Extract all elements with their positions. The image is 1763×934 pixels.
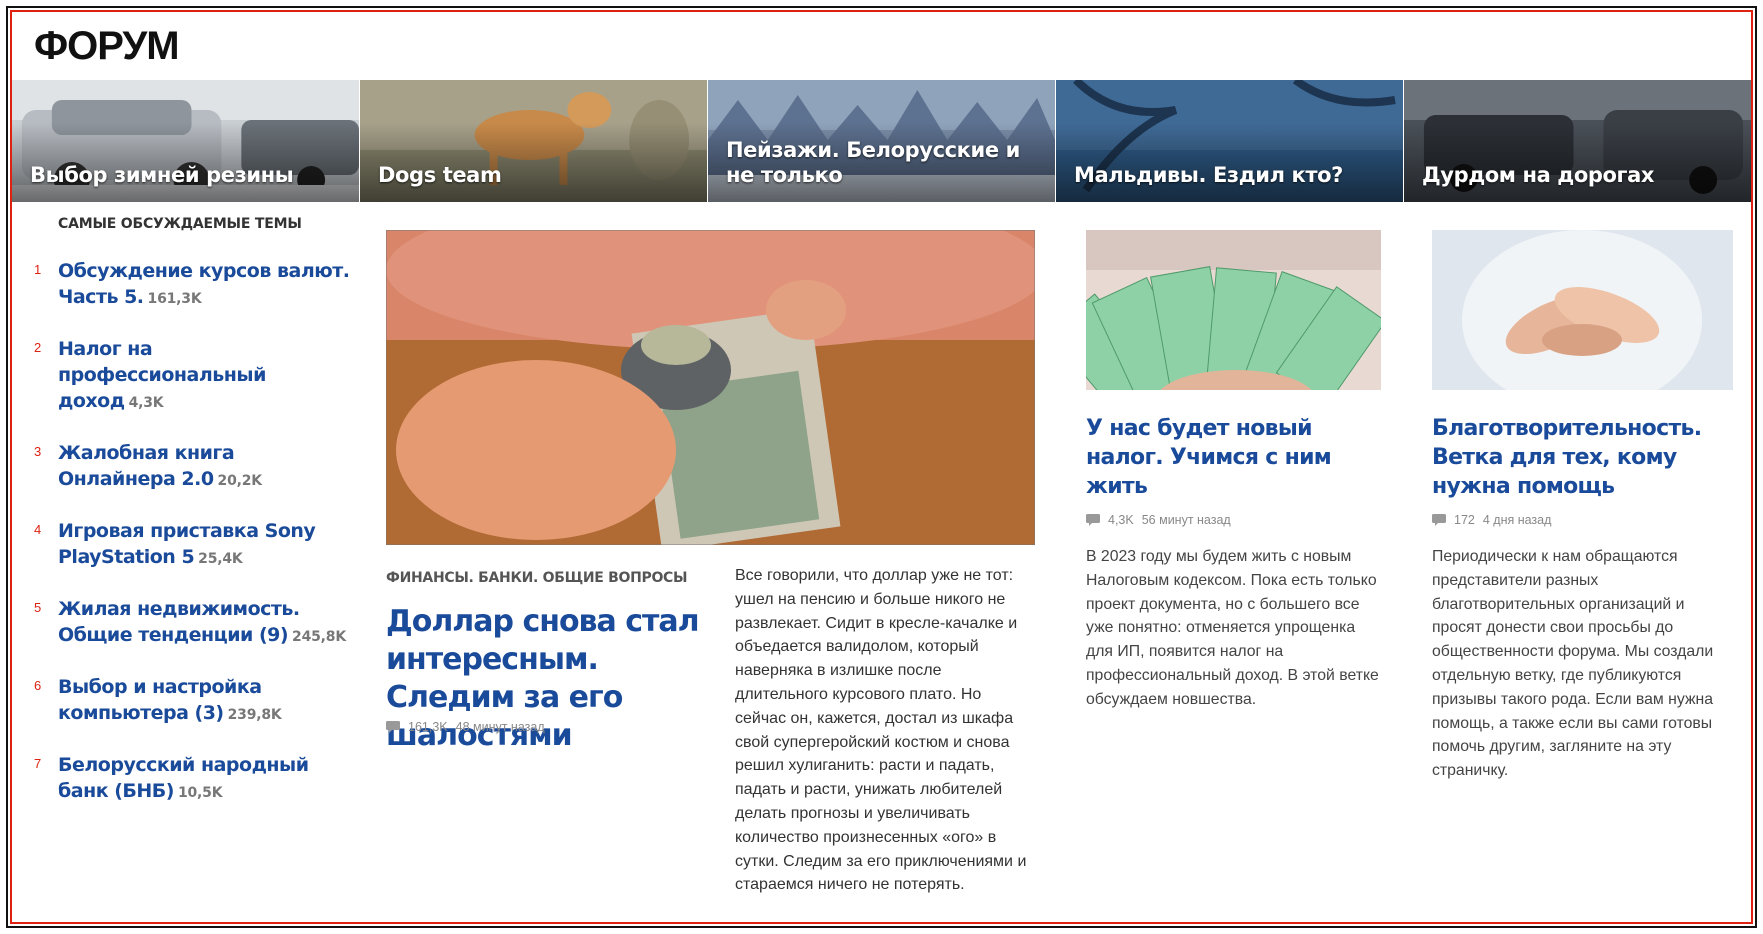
feature-meta: 161,3K 48 минут назад <box>386 720 545 734</box>
topic-title: Игровая приставка Sony PlayStation 5 <box>58 520 316 568</box>
topic-link[interactable]: Жалобная книга Онлайнера 2.0 20,2K <box>58 440 356 494</box>
card-image[interactable] <box>1432 230 1733 390</box>
topic-rank: 3 <box>34 444 42 459</box>
topic-link[interactable]: Обсуждение курсов валют. Часть 5. 161,3K <box>58 258 356 312</box>
money-fan-image <box>1086 230 1381 390</box>
topic-item[interactable]: 2 Налог на профессиональный доход 4,3K <box>26 336 356 416</box>
site-logo[interactable]: ФОРУМ <box>34 26 180 66</box>
comment-icon <box>1086 514 1100 526</box>
article-card: У нас будет новый налог. Учимся с ним жи… <box>1086 230 1381 712</box>
banner-label: Дурдом на дорогах <box>1422 163 1655 187</box>
banner-strip: Выбор зимней резины Dogs team Пейзажи. Б… <box>12 80 1751 202</box>
popular-topics-title: САМЫЕ ОБСУЖДАЕМЫЕ ТЕМЫ <box>58 216 302 232</box>
banner-dogs-team[interactable]: Dogs team <box>360 80 708 202</box>
topic-count: 20,2K <box>217 473 263 489</box>
feature-article <box>386 230 1035 545</box>
card-meta: 172 4 дня назад <box>1432 513 1733 527</box>
magnifier-on-dollar-image <box>386 230 1035 545</box>
topic-count: 245,8K <box>292 629 346 645</box>
card-excerpt: Периодически к нам обращаются представит… <box>1432 548 1714 780</box>
banner-label: Мальдивы. Ездил кто? <box>1074 163 1343 187</box>
article-card: Благотворительность. Ветка для тех, кому… <box>1432 230 1733 783</box>
card-excerpt: В 2023 году мы будем жить с новым Налого… <box>1086 548 1379 708</box>
topic-link[interactable]: Белорусский народный банк (БНБ) 10,5K <box>58 752 356 806</box>
topic-item[interactable]: 3 Жалобная книга Онлайнера 2.0 20,2K <box>26 440 356 494</box>
topic-count: 25,4K <box>198 551 243 567</box>
comment-icon <box>1432 514 1446 526</box>
card-image[interactable] <box>1086 230 1381 390</box>
feature-comment-count: 161,3K <box>408 720 448 734</box>
topic-item[interactable]: 7 Белорусский народный банк (БНБ) 10,5K <box>26 752 356 806</box>
topic-item[interactable]: 1 Обсуждение курсов валют. Часть 5. 161,3… <box>26 258 356 312</box>
topic-item[interactable]: 4 Игровая приставка Sony PlayStation 5 25… <box>26 518 356 572</box>
card-time: 4 дня назад <box>1482 513 1552 527</box>
topic-count: 239,8K <box>227 707 282 723</box>
topic-rank: 5 <box>34 600 42 615</box>
topic-item[interactable]: 6 Выбор и настройка компьютера (3) 239,8K <box>26 674 356 728</box>
topic-link[interactable]: Игровая приставка Sony PlayStation 5 25,4… <box>58 518 356 572</box>
card-comment-count: 172 <box>1454 513 1475 527</box>
feature-image[interactable] <box>386 230 1035 545</box>
topic-title: Обсуждение курсов валют. Часть 5. <box>58 260 350 308</box>
feature-time: 48 минут назад <box>455 720 545 734</box>
header: ФОРУМ <box>14 12 1749 78</box>
banner-maldives[interactable]: Мальдивы. Ездил кто? <box>1056 80 1404 202</box>
card-title[interactable]: Благотворительность. Ветка для тех, кому… <box>1432 414 1733 501</box>
feature-excerpt: Все говорили, что доллар уже не тот: уше… <box>735 567 1027 894</box>
card-comment-count: 4,3K <box>1108 513 1134 527</box>
topic-link[interactable]: Налог на профессиональный доход 4,3K <box>58 336 356 416</box>
topic-count: 4,3K <box>128 395 164 411</box>
topic-item[interactable]: 5 Жилая недвижимость. Общие тенденции (9… <box>26 596 356 650</box>
banner-label: Dogs team <box>378 163 502 187</box>
topic-title: Жилая недвижимость. Общие тенденции (9) <box>58 598 300 646</box>
topic-title: Жалобная книга Онлайнера 2.0 <box>58 442 235 490</box>
banner-winter-tires[interactable]: Выбор зимней резины <box>12 80 360 202</box>
topic-rank: 6 <box>34 678 42 693</box>
card-time: 56 минут назад <box>1141 513 1231 527</box>
popular-topics: САМЫЕ ОБСУЖДАЕМЫЕ ТЕМЫ 1 Обсуждение курс… <box>26 216 356 830</box>
holding-hands-image <box>1432 230 1733 390</box>
topic-rank: 1 <box>34 262 42 277</box>
card-meta: 4,3K 56 минут назад <box>1086 513 1381 527</box>
feature-category[interactable]: ФИНАНСЫ. БАНКИ. ОБЩИЕ ВОПРОСЫ <box>386 570 688 586</box>
banner-road-madness[interactable]: Дурдом на дорогах <box>1404 80 1751 202</box>
comment-icon <box>386 721 400 733</box>
topic-link[interactable]: Жилая недвижимость. Общие тенденции (9) 2… <box>58 596 356 650</box>
card-title[interactable]: У нас будет новый налог. Учимся с ним жи… <box>1086 414 1381 501</box>
topic-rank: 2 <box>34 340 42 355</box>
topic-rank: 4 <box>34 522 42 537</box>
topic-rank: 7 <box>34 756 42 771</box>
topic-link[interactable]: Выбор и настройка компьютера (3) 239,8K <box>58 674 356 728</box>
banner-label: Выбор зимней резины <box>30 163 294 187</box>
banner-landscapes[interactable]: Пейзажи. Белорусские и не только <box>708 80 1056 202</box>
topic-count: 161,3K <box>147 291 202 307</box>
banner-label: Пейзажи. Белорусские и не только <box>726 138 1020 187</box>
topic-count: 10,5K <box>177 785 223 801</box>
